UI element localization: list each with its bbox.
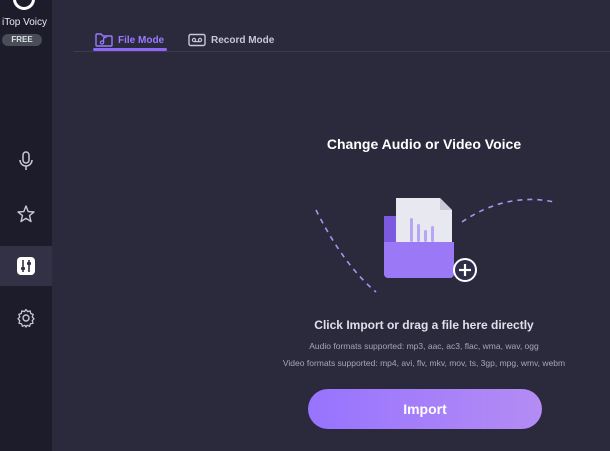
import-file-illustration[interactable]	[314, 192, 564, 312]
tab-file-mode-label: File Mode	[118, 34, 165, 46]
sidebar: iTop Voicy FREE	[0, 0, 52, 451]
mixer-icon	[17, 257, 35, 275]
sidebar-item-mixer[interactable]	[0, 246, 52, 286]
sidebar-item-voice-changer[interactable]	[0, 141, 52, 181]
video-formats-text: Video formats supported: mp4, avi, flv, …	[282, 358, 566, 368]
sidebar-item-settings[interactable]	[0, 298, 52, 338]
folder-music-icon	[95, 33, 113, 47]
dashed-path-right	[461, 198, 555, 223]
tab-file-mode[interactable]: File Mode	[95, 30, 164, 50]
drag-drop-hint: Click Import or drag a file here directl…	[314, 318, 534, 332]
page-title: Change Audio or Video Voice	[326, 136, 522, 152]
microphone-icon	[19, 151, 33, 170]
sparkle-star-icon	[17, 205, 35, 223]
logo-icon	[13, 0, 35, 10]
import-button[interactable]: Import	[308, 389, 542, 429]
free-badge: FREE	[2, 34, 42, 46]
active-tab-indicator	[93, 48, 167, 51]
cassette-tape-icon	[188, 33, 206, 47]
dashed-path-left	[315, 209, 377, 293]
main-panel: File Mode Record Mode Change Audio or Vi…	[74, 0, 610, 451]
audio-formats-text: Audio formats supported: mp3, aac, ac3, …	[309, 341, 539, 351]
sidebar-item-effects[interactable]	[0, 194, 52, 234]
tab-record-mode-label: Record Mode	[211, 34, 275, 46]
app-name: iTop Voicy	[2, 17, 48, 28]
plus-icon	[453, 258, 477, 282]
app-logo: iTop Voicy FREE	[0, 0, 52, 48]
gear-icon	[17, 308, 35, 328]
folder-front	[384, 242, 454, 278]
tab-record-mode[interactable]: Record Mode	[188, 30, 274, 50]
mode-tabs: File Mode Record Mode	[74, 0, 610, 52]
